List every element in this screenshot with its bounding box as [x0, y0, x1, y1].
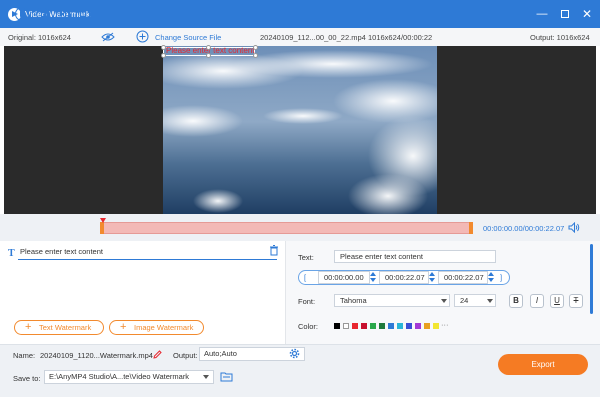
trim-end-handle[interactable]: [469, 222, 473, 234]
file-info: 1016x624/00:00:22: [368, 33, 433, 42]
stop-icon: [40, 11, 46, 17]
play-button[interactable]: [15, 7, 29, 21]
file-name: 20240109_112...00_00_22.mp4: [260, 33, 366, 42]
start-time-input[interactable]: 00:00:00.00: [318, 271, 370, 284]
timeline-track[interactable]: [100, 222, 472, 234]
start-time-stepper[interactable]: [369, 271, 377, 284]
color-swatch[interactable]: [379, 323, 385, 329]
snapshot-icon: [80, 11, 86, 17]
italic-button[interactable]: I: [530, 294, 544, 308]
change-source-link[interactable]: Change Source File: [155, 33, 221, 42]
play-icon: [20, 11, 25, 17]
save-path-field[interactable]: E:\AnyMP4 Studio\A...te\Video Watermark: [44, 370, 214, 384]
plus-icon: +: [25, 321, 32, 333]
color-swatch[interactable]: [433, 323, 439, 329]
image-watermark-button[interactable]: + Image Watermark: [109, 320, 204, 335]
save-to-label: Save to:: [13, 374, 41, 383]
add-circle-icon[interactable]: [136, 30, 149, 43]
color-swatch[interactable]: [361, 323, 367, 329]
color-swatch[interactable]: [370, 323, 376, 329]
maximize-button[interactable]: [557, 6, 573, 22]
range-end-bracket[interactable]: ]: [500, 273, 502, 282]
list-item-underline: [18, 259, 277, 260]
plus-icon: +: [120, 321, 127, 333]
end-time-input[interactable]: 00:00:22.07: [379, 271, 429, 284]
text-watermark-button[interactable]: + Text Watermark: [14, 320, 104, 335]
title-bar: Video Watermark — ✕: [0, 0, 600, 28]
resize-handle-top[interactable]: [206, 45, 211, 50]
color-swatch[interactable]: [388, 323, 394, 329]
color-swatch[interactable]: [415, 323, 421, 329]
chevron-down-icon: [441, 299, 447, 303]
output-file-name: 20240109_1120...Watermark.mp4: [40, 351, 153, 360]
export-button[interactable]: Export: [498, 354, 588, 375]
color-swatch[interactable]: [424, 323, 430, 329]
playhead-marker[interactable]: [100, 218, 106, 223]
color-label: Color:: [298, 322, 319, 331]
maximize-icon: [561, 10, 569, 18]
close-button[interactable]: ✕: [579, 6, 595, 22]
volume-icon[interactable]: [568, 222, 580, 233]
timecode-display: 00:00:00.00/00:00:22.07: [483, 224, 565, 233]
edit-pencil-icon[interactable]: [153, 350, 162, 359]
info-bar: Original: 1016x624 Change Source File 20…: [0, 28, 600, 46]
end-time-stepper[interactable]: [428, 271, 436, 284]
text-label: Text:: [298, 253, 314, 262]
chevron-down-icon: [487, 299, 493, 303]
trim-start-handle[interactable]: [100, 222, 104, 234]
font-family-select[interactable]: Tahoma: [334, 294, 450, 307]
output-label: Output:: [173, 351, 198, 360]
color-swatch[interactable]: [334, 323, 340, 329]
trash-icon[interactable]: [269, 245, 279, 256]
resize-handle-top-right[interactable]: [253, 45, 258, 50]
resize-handle-bottom-left[interactable]: [161, 53, 166, 58]
color-swatch[interactable]: [343, 323, 349, 329]
resize-handle-bottom-right[interactable]: [253, 53, 258, 58]
duration-stepper[interactable]: [487, 271, 495, 284]
name-label: Name:: [13, 351, 36, 360]
eye-hidden-icon[interactable]: [101, 32, 115, 42]
color-swatch[interactable]: [352, 323, 358, 329]
folder-icon[interactable]: [220, 371, 233, 382]
color-swatch[interactable]: [406, 323, 412, 329]
original-resolution: Original: 1016x624: [8, 33, 71, 42]
gear-icon[interactable]: [289, 348, 300, 359]
chevron-down-icon: [203, 375, 209, 379]
font-label: Font:: [298, 297, 316, 306]
resize-handle-bottom[interactable]: [206, 53, 211, 58]
output-resolution: Output: 1016x624: [530, 33, 590, 42]
video-frame: [163, 46, 437, 214]
minimize-button[interactable]: —: [534, 6, 550, 22]
next-frame-icon: [60, 11, 64, 17]
settings-scrollbar[interactable]: [590, 244, 593, 314]
underline-button[interactable]: U: [550, 294, 564, 308]
range-start-bracket[interactable]: [: [304, 273, 306, 282]
duration-input[interactable]: 00:00:22.07: [438, 271, 488, 284]
strikethrough-button[interactable]: T: [569, 294, 583, 308]
more-colors-button[interactable]: ···: [441, 320, 449, 329]
next-frame-button[interactable]: [56, 7, 70, 21]
snapshot-button[interactable]: [76, 7, 90, 21]
stop-button[interactable]: [36, 7, 50, 21]
text-input[interactable]: Please enter text content: [334, 250, 496, 263]
resize-handle-top-left[interactable]: [161, 45, 166, 50]
bold-button[interactable]: B: [509, 294, 523, 308]
color-swatch[interactable]: [397, 323, 403, 329]
text-type-icon: T: [8, 248, 15, 259]
watermark-list-item[interactable]: Please enter text content: [20, 247, 103, 256]
video-sky-image: [163, 46, 437, 214]
